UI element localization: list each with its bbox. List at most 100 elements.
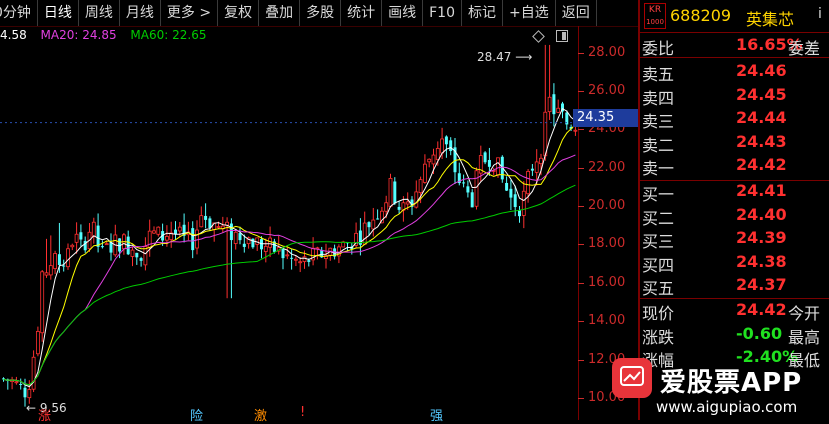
kr-badge[interactable]: KR 1000 bbox=[644, 3, 666, 29]
candle-body bbox=[384, 202, 389, 212]
y-tick-label: 16.00 bbox=[588, 274, 626, 290]
axis-divider bbox=[578, 26, 579, 420]
candle-body bbox=[100, 246, 104, 248]
candle-body bbox=[521, 190, 526, 216]
toolbar-item[interactable]: 叠加 bbox=[259, 0, 301, 26]
order-book-row: 卖一 24.42 bbox=[640, 155, 829, 178]
candle-body bbox=[293, 258, 298, 261]
toolbar-item[interactable]: +自选 bbox=[503, 0, 556, 26]
current-price-tag: 24.35 bbox=[573, 109, 638, 127]
candle-body bbox=[177, 226, 182, 232]
candle-body bbox=[505, 182, 509, 191]
arrow-icon: ← bbox=[26, 401, 37, 415]
candle-body bbox=[526, 170, 530, 195]
order-book-row: 卖四 24.45 bbox=[640, 85, 829, 108]
candle-body bbox=[96, 225, 100, 247]
toolbar-item[interactable]: 多股 bbox=[300, 0, 342, 26]
badge-bottom: 1000 bbox=[646, 18, 664, 26]
candle-body bbox=[229, 223, 233, 241]
candle-body bbox=[156, 226, 161, 235]
signal-mark: ! bbox=[300, 405, 306, 420]
y-tick-mark bbox=[578, 359, 584, 361]
candle-body bbox=[431, 154, 436, 165]
candle-body bbox=[414, 191, 419, 208]
candle-body bbox=[483, 152, 487, 163]
candle-body bbox=[422, 163, 427, 183]
stock-name: 英集芯 bbox=[746, 10, 795, 29]
stock-code: 688209 bbox=[670, 6, 732, 25]
badge-top: KR bbox=[648, 5, 662, 15]
quote-label: 涨跌 bbox=[642, 327, 675, 347]
candle-body bbox=[487, 160, 491, 167]
candle-body bbox=[62, 265, 66, 267]
candle-body bbox=[509, 188, 513, 198]
max-price-value: 28.47 bbox=[477, 50, 512, 64]
toolbar-item[interactable]: 月线 bbox=[120, 0, 161, 26]
toolbar-item[interactable]: 统计 bbox=[341, 0, 383, 26]
candle-body bbox=[362, 222, 367, 245]
toolbar-item[interactable]: 更多 > bbox=[161, 0, 219, 26]
candle-body bbox=[139, 258, 143, 261]
order-price: 24.43 bbox=[736, 131, 787, 151]
weibi-label: 委比 bbox=[642, 39, 675, 58]
candle-body bbox=[263, 245, 268, 252]
candle-body bbox=[48, 265, 53, 276]
y-tick-label: 26.00 bbox=[588, 82, 626, 98]
toolbar-item[interactable]: 日线 bbox=[38, 0, 79, 26]
order-price: 24.39 bbox=[736, 228, 787, 247]
weicha-label: 委差 bbox=[788, 39, 821, 58]
toolbar-item[interactable]: 周线 bbox=[79, 0, 120, 26]
y-tick-mark bbox=[578, 206, 584, 208]
period-toolbar: 0分钟日线周线月线更多 >复权叠加多股统计画线F10标记+自选返回 bbox=[0, 0, 640, 27]
order-price: 24.37 bbox=[736, 275, 787, 294]
quote-row: 现价 24.42 今开 bbox=[640, 300, 829, 323]
order-level-label: 卖一 bbox=[642, 159, 675, 178]
candle-body bbox=[70, 244, 75, 248]
candle-body bbox=[418, 179, 423, 194]
candle-body bbox=[27, 389, 32, 399]
candle-body bbox=[66, 248, 70, 268]
candle-body bbox=[40, 271, 45, 334]
candlestick-chart[interactable] bbox=[0, 26, 640, 420]
order-level-label: 买五 bbox=[642, 279, 675, 298]
candle-body bbox=[44, 272, 49, 276]
toolbar-item[interactable]: 复权 bbox=[218, 0, 260, 26]
candle-body bbox=[74, 233, 79, 243]
order-book-row: 买一 24.41 bbox=[640, 181, 829, 204]
aigupiao-watermark: 爱股票APP www.aigupiao.com bbox=[598, 358, 829, 420]
candle-body bbox=[435, 148, 440, 160]
y-tick-mark bbox=[578, 129, 584, 131]
y-tick-mark bbox=[578, 282, 584, 284]
candle-body bbox=[530, 168, 534, 171]
toolbar-item[interactable]: 返回 bbox=[556, 0, 597, 26]
candle-body bbox=[290, 257, 294, 259]
candle-body bbox=[462, 182, 466, 184]
candle-body bbox=[474, 170, 479, 207]
candle-body bbox=[191, 228, 195, 251]
candle-body bbox=[397, 206, 401, 210]
candle-body bbox=[367, 222, 371, 228]
toolbar-item[interactable]: 画线 bbox=[382, 0, 424, 26]
candle-body bbox=[534, 161, 539, 173]
candle-body bbox=[216, 226, 221, 228]
candle-body bbox=[376, 218, 380, 220]
toolbar-item[interactable]: 标记 bbox=[462, 0, 503, 26]
info-icon[interactable]: i bbox=[818, 6, 822, 22]
candle-body bbox=[388, 177, 393, 207]
quote-panel: KR 1000 688209 英集芯 i 委比 16.65% 委差 卖五 24.4… bbox=[640, 0, 829, 420]
y-tick-mark bbox=[578, 52, 584, 54]
signal-mark: 强 bbox=[430, 409, 444, 424]
order-level-label: 买三 bbox=[642, 232, 675, 251]
order-level-label: 买二 bbox=[642, 208, 675, 228]
candle-body bbox=[130, 249, 135, 257]
candle-body bbox=[440, 138, 445, 154]
candle-body bbox=[199, 215, 204, 228]
toolbar-item[interactable]: 0分钟 bbox=[0, 0, 38, 26]
candle-body bbox=[393, 181, 397, 204]
ma60-line bbox=[3, 184, 576, 386]
toolbar-item[interactable]: F10 bbox=[423, 0, 462, 26]
quote-value: 24.42 bbox=[736, 300, 787, 319]
y-tick-mark bbox=[578, 398, 584, 399]
candle-body bbox=[255, 237, 260, 245]
order-book-row: 卖三 24.44 bbox=[640, 108, 829, 131]
